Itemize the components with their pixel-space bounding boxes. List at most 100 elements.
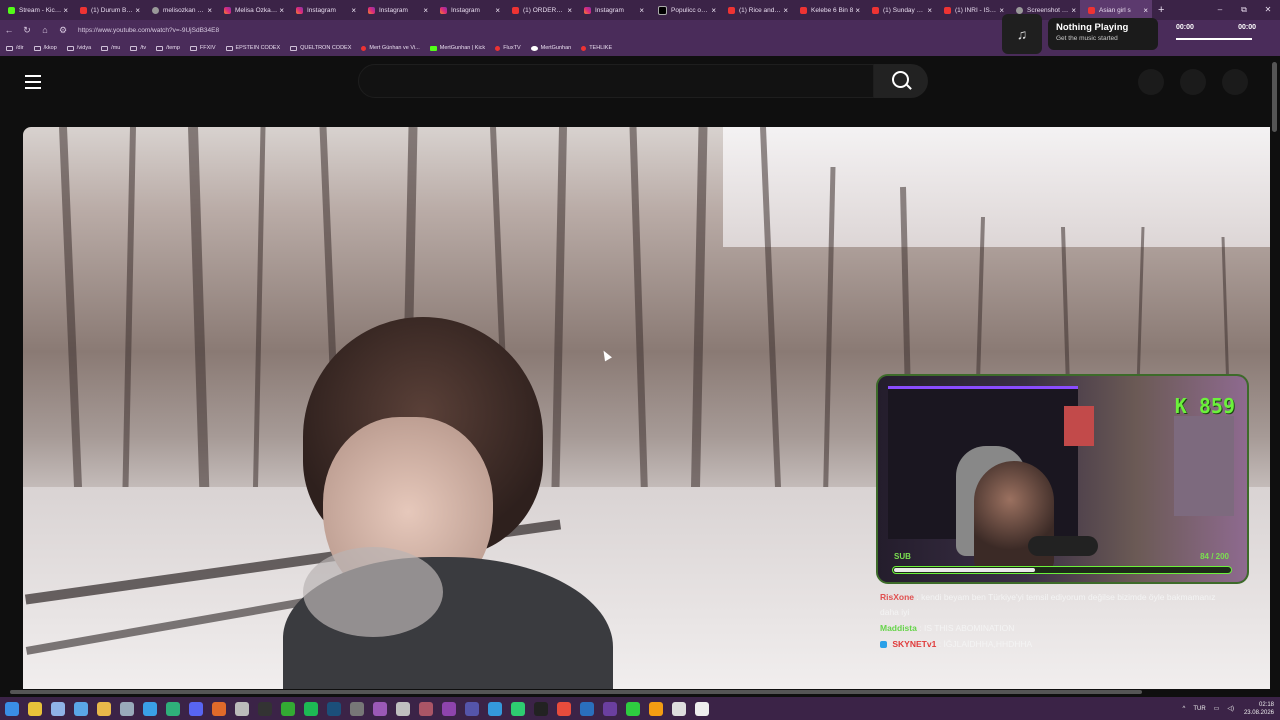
terminal-icon[interactable] — [257, 701, 272, 716]
taskview-icon[interactable] — [50, 701, 65, 716]
bookmark-item[interactable]: /vidya — [66, 45, 91, 51]
close-tab-icon[interactable]: × — [135, 6, 140, 15]
browser-tab[interactable]: Kelebe 6 Bin 8 × — [792, 0, 864, 20]
close-tab-icon[interactable]: × — [783, 6, 788, 15]
app10-icon[interactable] — [556, 701, 571, 716]
document-icon[interactable] — [142, 701, 157, 716]
search-button[interactable] — [874, 64, 928, 98]
search-icon — [892, 71, 909, 88]
browser-tab[interactable]: (1) INRI - ISTANI× — [936, 0, 1008, 20]
folder-icon — [156, 45, 164, 51]
bookmark-item[interactable]: /tv — [130, 45, 146, 51]
photos-icon[interactable] — [73, 701, 88, 716]
search-input[interactable] — [358, 64, 874, 98]
app6-icon[interactable] — [441, 701, 456, 716]
play-icon[interactable] — [625, 701, 640, 716]
close-tab-icon[interactable]: × — [207, 6, 212, 15]
bookmark-item[interactable]: /kkop — [33, 45, 57, 51]
vertical-scrollbar[interactable] — [1270, 56, 1280, 690]
back-icon[interactable]: ← — [0, 25, 18, 35]
url-field[interactable]: https://www.youtube.com/watch?v=-9UjSdB3… — [78, 27, 219, 34]
browser-tab[interactable]: Melisa Ozkan (@× — [216, 0, 288, 20]
close-tab-icon[interactable]: × — [639, 6, 644, 15]
bookmark-item[interactable]: /dir — [6, 45, 24, 51]
app2-icon[interactable] — [349, 701, 364, 716]
notifications-icon[interactable] — [1180, 69, 1206, 95]
browser-tab[interactable]: Stream - Kick Dc× — [0, 0, 72, 20]
bookmark-item[interactable]: Mert Günhan ve Vi... — [361, 45, 420, 51]
steam-icon[interactable] — [326, 701, 341, 716]
app12-icon[interactable] — [671, 701, 686, 716]
music-progress-bar[interactable] — [1176, 38, 1252, 40]
music-time-current: 00:00 — [1176, 24, 1194, 31]
language-indicator[interactable]: TUR — [1193, 706, 1205, 712]
horizontal-scrollbar[interactable] — [0, 689, 1280, 697]
xbox-icon[interactable] — [280, 701, 295, 716]
app-icon[interactable] — [234, 701, 249, 716]
bookmark-item[interactable]: QUELTRON CODEX — [290, 45, 351, 51]
bookmark-item[interactable]: FluxTV — [495, 45, 521, 51]
close-tab-icon[interactable]: × — [567, 6, 572, 15]
photoshop-icon[interactable] — [579, 701, 594, 716]
browser-tab[interactable]: Instagram × — [288, 0, 360, 20]
close-tab-icon[interactable]: × — [927, 6, 932, 15]
chevron-up-icon[interactable]: ^ — [1183, 706, 1186, 712]
network-icon[interactable]: ▭ — [1214, 705, 1220, 712]
mega-icon[interactable] — [533, 701, 548, 716]
notepad-icon[interactable] — [119, 701, 134, 716]
app4-icon[interactable] — [395, 701, 410, 716]
file-explorer-icon[interactable] — [27, 701, 42, 716]
scrollbar-thumb[interactable] — [1272, 62, 1277, 132]
reload-icon[interactable]: ↻ — [18, 25, 36, 36]
bookmark-item[interactable]: EPSTEIN CODEX — [225, 45, 280, 51]
bookmark-item[interactable]: FFXIV — [189, 45, 216, 51]
close-tab-icon[interactable]: × — [279, 6, 284, 15]
spotify-icon[interactable] — [303, 701, 318, 716]
app3-icon[interactable] — [372, 701, 387, 716]
app7-icon[interactable] — [464, 701, 479, 716]
discord-icon[interactable] — [188, 701, 203, 716]
bookmark-item[interactable]: /temp — [156, 45, 180, 51]
create-icon[interactable] — [1138, 69, 1164, 95]
close-tab-icon[interactable]: × — [423, 6, 428, 15]
app9-icon[interactable] — [510, 701, 525, 716]
browser-tab[interactable]: (1) Rice and Chi × — [720, 0, 792, 20]
browser-tab[interactable]: Instagram × — [432, 0, 504, 20]
browser-tab[interactable]: Populicc on X: "J× — [648, 0, 720, 20]
tab-title: (1) INRI - ISTANI — [955, 6, 998, 14]
clock[interactable]: 02:18 23.08.2026 — [1244, 701, 1274, 717]
github-icon[interactable] — [694, 701, 709, 716]
folder-icon[interactable] — [96, 701, 111, 716]
windows-start-icon[interactable] — [4, 701, 19, 716]
site-info-icon[interactable]: ⚙ — [54, 25, 72, 36]
close-tab-icon[interactable]: × — [351, 6, 356, 15]
close-tab-icon[interactable]: × — [855, 6, 860, 15]
music-info[interactable]: Nothing Playing Get the music started — [1048, 18, 1158, 50]
music-note-icon[interactable]: ♫ — [1002, 14, 1042, 54]
bookmark-item[interactable]: MertGunhan — [530, 45, 571, 51]
browser-tab[interactable]: melisozkan - Goo× — [144, 0, 216, 20]
hscroll-thumb[interactable] — [10, 690, 1142, 694]
menu-icon[interactable] — [25, 75, 41, 93]
volume-icon[interactable]: ◁) — [1227, 705, 1234, 712]
browser-tab[interactable]: (1) ORDERED D× — [504, 0, 576, 20]
avatar[interactable] — [1222, 69, 1248, 95]
home-icon[interactable]: ⌂ — [36, 25, 54, 35]
close-tab-icon[interactable]: × — [495, 6, 500, 15]
browser-tab[interactable]: (1) Sunday dinn × — [864, 0, 936, 20]
browser-tab[interactable]: (1) Durum Boyle× — [72, 0, 144, 20]
edge-icon[interactable] — [165, 701, 180, 716]
app5-icon[interactable] — [418, 701, 433, 716]
premiere-icon[interactable] — [602, 701, 617, 716]
browser-tab[interactable]: Instagram × — [576, 0, 648, 20]
bookmark-item[interactable]: MertGunhan | Kick — [429, 45, 485, 51]
bookmark-item[interactable]: /mu — [101, 45, 120, 51]
browser-tab[interactable]: Instagram × — [360, 0, 432, 20]
close-tab-icon[interactable]: × — [711, 6, 716, 15]
google-icon — [152, 6, 159, 14]
close-tab-icon[interactable]: × — [63, 6, 68, 15]
bookmark-item[interactable]: TEHLIKE — [581, 45, 612, 51]
tool-icon[interactable] — [211, 701, 226, 716]
app11-icon[interactable] — [648, 701, 663, 716]
app8-icon[interactable] — [487, 701, 502, 716]
